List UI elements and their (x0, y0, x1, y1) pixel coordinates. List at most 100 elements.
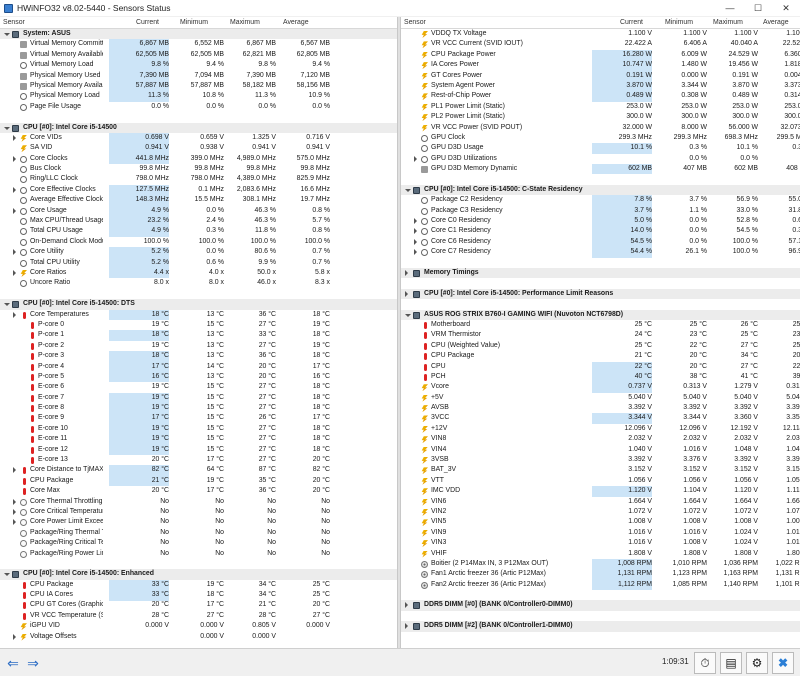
sensor-row[interactable]: PL2 Power Limit (Static) 300.0 W 300.0 W 30… (401, 112, 800, 122)
expand-icon[interactable] (414, 249, 417, 256)
group-header[interactable]: CPU [#0]: Intel Core i5-14500: Enhanced (0, 569, 397, 580)
sensor-row[interactable]: Physical Memory Used 7,390 MB 7,094 MB 7,39… (0, 70, 397, 81)
sensor-row[interactable]: Core Power Limit Excee... No No No No (0, 517, 397, 527)
sensor-row[interactable]: VTT1.056 V1.056 V1.056 V1.056 V (401, 476, 800, 486)
sensor-row[interactable]: Package/Ring Critical Temp... No No No No (0, 538, 397, 548)
sensor-row[interactable]: VDDQ TX Voltage 1.100 V 1.100 V 1.100 V 1.10… (401, 29, 800, 39)
collapse-icon[interactable] (4, 126, 10, 130)
sensor-row[interactable]: IMC VDD1.120 V1.104 V1.120 V1.118 V (401, 486, 800, 497)
sensor-row[interactable]: E-core 9 17 °C 15 °C 26 °C 17 °C (0, 413, 397, 424)
sensor-row[interactable]: Motherboard25 °C25 °C26 °C25 °C (401, 320, 800, 330)
expand-icon[interactable] (13, 519, 16, 526)
expand-icon[interactable] (405, 602, 408, 609)
sensor-row[interactable]: IA Cores Power 10.747 W 1.480 W 19.456 W 1.8… (401, 60, 800, 71)
sensor-row[interactable]: Core Thermal Throttling No No No No (0, 497, 397, 507)
sensor-row[interactable]: BAT_3V3.152 V3.152 V3.152 V3.152 V (401, 465, 800, 475)
group-header[interactable]: DDR5 DIMM [#0] (BANK 0/Controller0-DIMM0… (401, 600, 800, 611)
sensor-row[interactable]: PCH40 °C38 °C41 °C39 °C (401, 371, 800, 383)
sensor-row[interactable]: Package/Ring Thermal Thro... No No No No (0, 528, 397, 538)
expand-icon[interactable] (414, 238, 417, 245)
collapse-icon[interactable] (405, 188, 411, 192)
sensor-row[interactable]: Core C6 Residency54.5 %0.0 %100.0 %57.1 … (401, 236, 800, 248)
sensor-row[interactable]: Core Ratios 4.4 x 4.0 x 50.0 x 5.8 x (0, 267, 397, 279)
group-header[interactable]: CPU [#0]: Intel Core i5-14500: Performan… (401, 288, 800, 300)
gear-icon[interactable]: ⚙ (746, 652, 768, 674)
minimize-button[interactable]: — (716, 0, 744, 16)
sensor-row[interactable]: Total CPU Utility 5.2 % 0.6 % 9.9 % 0.7 % (0, 257, 397, 268)
sensor-row[interactable]: Voltage Offsets 0.000 V 0.000 V (0, 632, 397, 642)
sensor-row[interactable]: Vcore0.737 V0.313 V1.279 V0.313 V (401, 382, 800, 393)
sensor-row[interactable]: VR VCC Power (SVID POUT) 32.000 W 8.000 W5… (401, 123, 800, 133)
sensor-row[interactable]: Package/Ring Power Limit E... No No No No (0, 549, 397, 559)
sensor-row[interactable]: VR VCC Current (SVID IOUT) 22.422 A 6.406 … (401, 39, 800, 49)
col-current[interactable]: Current (136, 19, 159, 26)
sensor-row[interactable]: P-core 1 18 °C 13 °C 33 °C 18 °C (0, 330, 397, 341)
sensor-row[interactable]: Virtual Memory Available 62,505 MB 62,505 … (0, 49, 397, 61)
expand-icon[interactable] (13, 311, 16, 318)
collapse-icon[interactable] (4, 573, 10, 577)
expand-icon[interactable] (414, 218, 417, 225)
sensor-row[interactable]: Core Temperatures 18 °C 13 °C 36 °C 18 °C (0, 309, 397, 320)
col-maximum[interactable]: Maximum (713, 19, 743, 26)
sensor-row[interactable]: CPU Package 21 °C 19 °C 35 °C 20 °C (0, 475, 397, 487)
sensor-row[interactable]: Core Usage 4.9 % 0.0 % 46.3 % 0.8 % (0, 205, 397, 217)
sensor-row[interactable]: Fan1 Arctic freezer 36 (Artic P12Max) 1,1… (401, 569, 800, 580)
sensor-row[interactable]: GT Cores Power 0.191 W 0.000 W 0.191 W 0.004… (401, 70, 800, 81)
sensor-row[interactable]: P-core 5 16 °C 13 °C 20 °C 16 °C (0, 371, 397, 383)
sensor-row[interactable]: Core Clocks 441.8 MHz 399.0 MHz 4,989.0 MHz… (0, 153, 397, 165)
sensor-row[interactable]: AVSB3.392 V3.392 V3.392 V3.392 V (401, 403, 800, 413)
sensor-row[interactable]: CPU Package Power 16.280 W 6.009 W 24.529 W… (401, 49, 800, 61)
sensor-row[interactable]: CPU (Weighted Value)25 °C22 °C27 °C25 °C (401, 341, 800, 351)
sensor-row[interactable]: Virtual Memory Committed 6,867 MB 6,552 MB… (0, 39, 397, 50)
expand-icon[interactable] (13, 498, 16, 505)
sensor-row[interactable]: E-core 10 19 °C 15 °C 27 °C 18 °C (0, 423, 397, 435)
sensor-row[interactable]: Rest-of-Chip Power 0.489 W 0.308 W 0.489 W0… (401, 91, 800, 102)
sensor-row[interactable]: On-Demand Clock Modulation 100.0 % 100.0 %… (0, 237, 397, 247)
collapse-icon[interactable] (405, 313, 411, 317)
sensor-row[interactable]: P-core 0 19 °C 15 °C 27 °C 19 °C (0, 320, 397, 330)
sensor-row[interactable]: E-core 6 19 °C 15 °C 27 °C 18 °C (0, 382, 397, 392)
collapse-icon[interactable] (4, 33, 10, 36)
sensor-row[interactable]: Fan2 Arctic freezer 36 (Artic P12Max) 1,1… (401, 579, 800, 591)
sensor-row[interactable]: Package C3 Residency3.7 %1.1 %33.0 %31.8… (401, 205, 800, 217)
sensor-row[interactable]: GPU D3D Memory Dynamic 602 MB 407 MB 602 MB… (401, 164, 800, 175)
col-current[interactable]: Current (620, 19, 643, 26)
sensor-row[interactable]: Core C1 Residency14.0 %0.0 %54.5 %0.3 % (401, 226, 800, 237)
group-header[interactable]: ASUS ROG STRIX B760-I GAMING WIFI (Nuvot… (401, 309, 800, 320)
sensor-row[interactable]: VIN61.664 V1.664 V1.664 V1.664 V (401, 497, 800, 507)
sensor-row[interactable]: Ring/LLC Clock 798.0 MHz 798.0 MHz 4,389.0 … (0, 174, 397, 184)
col-sensor[interactable]: Sensor (404, 19, 426, 26)
expand-icon[interactable] (13, 134, 16, 141)
sensor-row[interactable]: CPU IA Cores 33 °C 18 °C 34 °C 25 °C (0, 590, 397, 601)
expand-icon[interactable] (13, 467, 16, 474)
arrow-left-icon[interactable]: ⇐ (4, 653, 22, 673)
clock-icon[interactable]: ⏱ (694, 652, 716, 674)
sensor-row[interactable]: +5V5.040 V5.040 V5.040 V5.040 V (401, 393, 800, 403)
sensor-row[interactable]: Core C7 Residency54.4 %26.1 %100.0 %96.9… (401, 247, 800, 258)
sensor-row[interactable]: Total CPU Usage 4.9 % 0.3 % 11.8 % 0.8 % (0, 226, 397, 237)
group-header[interactable]: CPU [#0]: Intel Core i5-14500: DTS (0, 299, 397, 310)
expand-icon[interactable] (13, 207, 16, 214)
sensor-row[interactable]: Core Utility 5.2 % 0.0 % 80.6 % 0.7 % (0, 247, 397, 258)
arrow-right-icon[interactable]: ⇒ (24, 653, 42, 673)
sensor-row[interactable]: +12V12.096 V12.096 V12.192 V12.114 V (401, 424, 800, 434)
sensor-row[interactable]: VHIF1.808 V1.808 V1.808 V1.808 V (401, 549, 800, 559)
sensor-row[interactable]: VIN31.016 V1.008 V1.024 V1.016 V (401, 538, 800, 548)
sensor-row[interactable]: CPU Package21 °C20 °C34 °C20 °C (401, 351, 800, 361)
collapse-icon[interactable] (4, 303, 10, 307)
sensor-row[interactable]: E-core 12 19 °C 15 °C 27 °C 18 °C (0, 444, 397, 456)
col-average[interactable]: Average (763, 19, 789, 26)
sensor-row[interactable]: Physical Memory Available 57,887 MB 57,887… (0, 80, 397, 92)
sensor-row[interactable]: VIN91.016 V1.016 V1.024 V1.016 V (401, 528, 800, 538)
expand-icon[interactable] (13, 508, 16, 515)
sensor-row[interactable]: E-core 13 20 °C 17 °C 27 °C 20 °C (0, 455, 397, 465)
group-header[interactable]: System: ASUS (0, 29, 397, 40)
expand-icon[interactable] (13, 249, 16, 256)
sensor-row[interactable]: Core Critical Temperature No No No No (0, 507, 397, 517)
sensor-row[interactable]: Max CPU/Thread Usage 23.2 % 2.4 % 46.3 % 5.7… (0, 216, 397, 227)
expand-icon[interactable] (414, 155, 417, 162)
sensor-row[interactable]: VRM Thermistor24 °C23 °C25 °C23 °C (401, 330, 800, 340)
expand-icon[interactable] (405, 623, 408, 630)
sensor-row[interactable]: Average Effective Clock 148.3 MHz 15.5 MHz… (0, 195, 397, 206)
sensor-row[interactable]: Physical Memory Load 11.3 % 10.8 % 11.3 % 10… (0, 91, 397, 102)
